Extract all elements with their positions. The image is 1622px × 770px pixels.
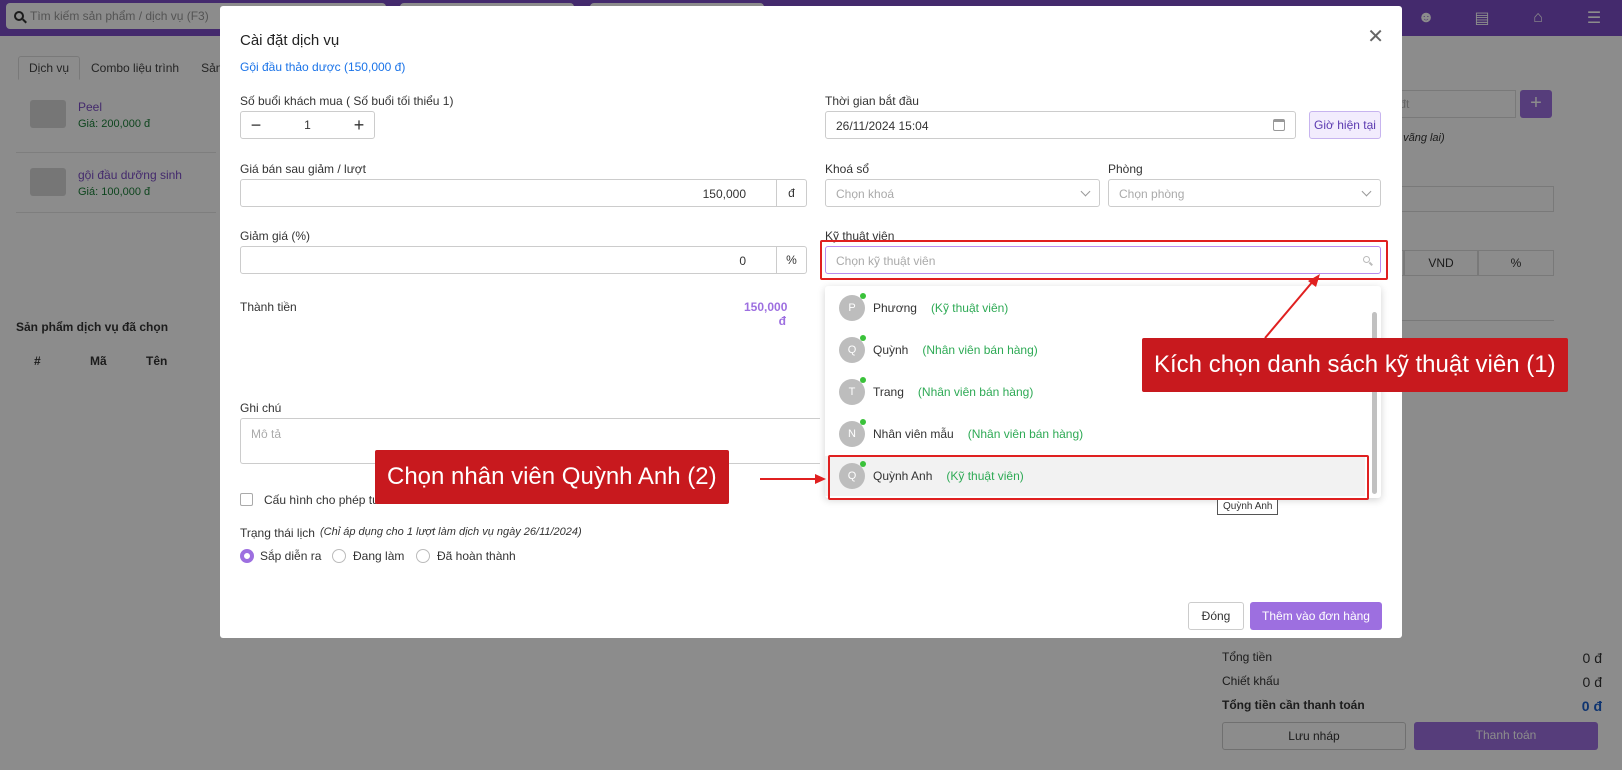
callout-step-2: Chọn nhân viên Quỳnh Anh (2) (375, 450, 729, 504)
arrow-line-1 (1264, 279, 1315, 339)
arrow-head-2 (815, 474, 826, 484)
callout-step-1: Kích chọn danh sách kỹ thuật viên (1) (1142, 338, 1568, 392)
